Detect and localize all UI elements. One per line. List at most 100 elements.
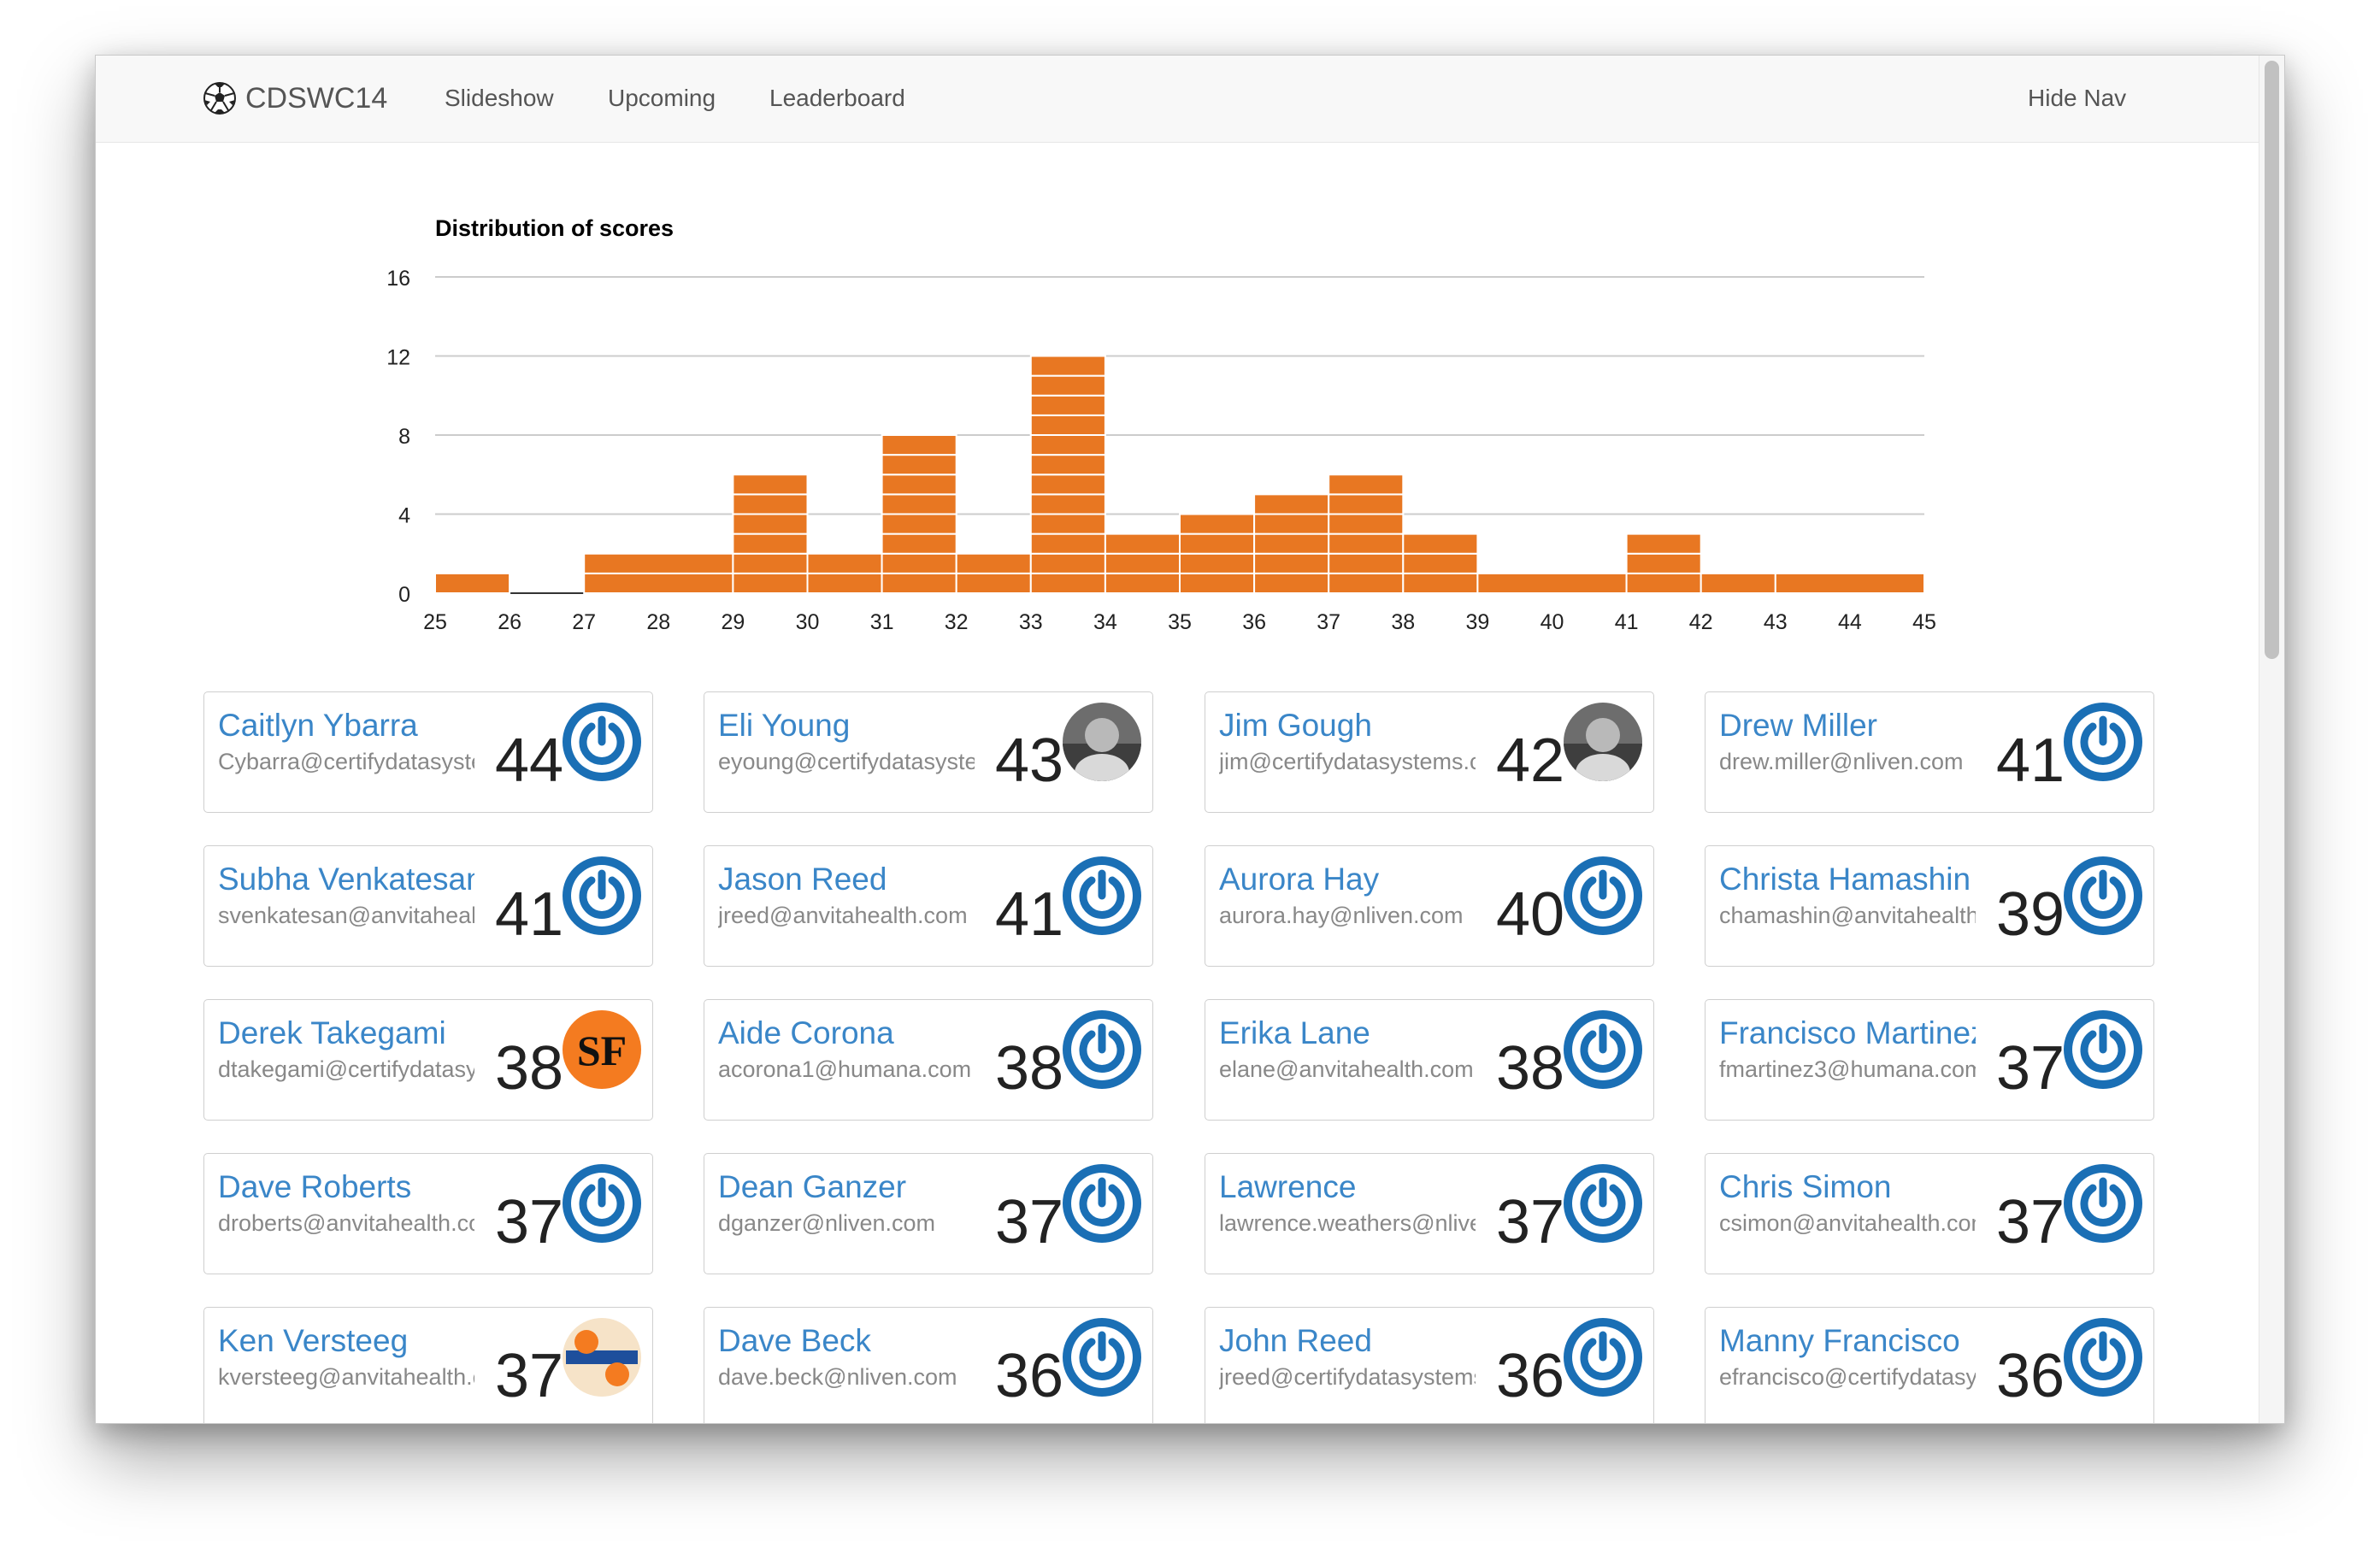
power-icon	[561, 701, 643, 783]
player-card[interactable]: Derek Takegami dtakegami@certifydatasyste…	[203, 999, 653, 1121]
power-icon	[1562, 1162, 1644, 1244]
player-score: 39	[1996, 880, 2065, 949]
player-card[interactable]: Caitlyn Ybarra Cybarra@certifydatasystems…	[203, 691, 653, 813]
player-email: fmartinez3@humana.com	[1719, 1056, 1976, 1082]
player-card[interactable]: Lawrence lawrence.weathers@nliven.com 37	[1205, 1153, 1654, 1274]
player-score: 37	[1496, 1188, 1565, 1256]
player-name[interactable]: Derek Takegami	[218, 1015, 474, 1051]
player-score: 40	[1496, 880, 1565, 949]
power-icon	[1562, 1316, 1644, 1398]
player-email: aurora.hay@nliven.com	[1219, 903, 1464, 928]
power-icon	[2062, 1316, 2144, 1398]
player-name[interactable]: Francisco Martinez	[1719, 1015, 1976, 1051]
player-name[interactable]: Manny Francisco	[1719, 1323, 1976, 1359]
power-icon	[1562, 1009, 1644, 1091]
player-name[interactable]: Caitlyn Ybarra	[218, 708, 474, 744]
player-card[interactable]: Chris Simon csimon@anvitahealth.com 37	[1705, 1153, 2154, 1274]
scrollbar-thumb[interactable]	[2265, 61, 2279, 659]
svg-text:SF: SF	[577, 1027, 627, 1074]
player-card[interactable]: Erika Lane elane@anvitahealth.com 38	[1205, 999, 1654, 1121]
vertical-scrollbar[interactable]	[2259, 56, 2284, 1423]
player-card[interactable]: Jim Gough jim@certifydatasystems.com 42	[1205, 691, 1654, 813]
power-icon	[1061, 1162, 1143, 1244]
player-name[interactable]: Drew Miller	[1719, 708, 1976, 744]
player-email: eyoung@certifydatasystems.com	[718, 749, 975, 774]
player-email: efrancisco@certifydatasystems.com	[1719, 1364, 1976, 1390]
power-icon	[2062, 701, 2144, 783]
player-name[interactable]: Jim Gough	[1219, 708, 1476, 744]
power-icon	[1562, 855, 1644, 937]
player-score: 38	[1496, 1034, 1565, 1103]
player-card[interactable]: Eli Young eyoung@certifydatasystems.com 43	[704, 691, 1153, 813]
player-email: Cybarra@certifydatasystems.com	[218, 749, 474, 774]
avatar	[1061, 701, 1143, 783]
power-icon	[561, 855, 643, 937]
player-card[interactable]: Francisco Martinez fmartinez3@humana.com 3…	[1705, 999, 2154, 1121]
power-icon	[1061, 1316, 1143, 1398]
player-name[interactable]: Erika Lane	[1219, 1015, 1476, 1051]
player-score: 37	[995, 1188, 1064, 1256]
player-score: 38	[995, 1034, 1064, 1103]
player-name[interactable]: Dean Ganzer	[718, 1169, 975, 1205]
player-name[interactable]: Jason Reed	[718, 862, 975, 897]
avatar: SF	[561, 1009, 643, 1091]
player-email: acorona1@humana.com	[718, 1056, 972, 1082]
player-name[interactable]: Aurora Hay	[1219, 862, 1476, 897]
player-email: droberts@anvitahealth.com	[218, 1210, 474, 1236]
player-score: 36	[1496, 1342, 1565, 1410]
player-score: 37	[495, 1188, 564, 1256]
player-name[interactable]: Dave Beck	[718, 1323, 975, 1359]
player-email: svenkatesan@anvitahealth.com	[218, 903, 474, 928]
player-name[interactable]: Lawrence	[1219, 1169, 1476, 1205]
player-score: 37	[1996, 1188, 2065, 1256]
player-score: 36	[995, 1342, 1064, 1410]
player-email: elane@anvitahealth.com	[1219, 1056, 1474, 1082]
power-icon	[2062, 1162, 2144, 1244]
player-card[interactable]: Drew Miller drew.miller@nliven.com 41	[1705, 691, 2154, 813]
player-card[interactable]: John Reed jreed@certifydatasystems.com 36	[1205, 1307, 1654, 1423]
player-email: jreed@anvitahealth.com	[718, 903, 968, 928]
player-card[interactable]: Ken Versteeg kversteeg@anvitahealth.com 37	[203, 1307, 653, 1423]
player-card[interactable]: Aurora Hay aurora.hay@nliven.com 40	[1205, 845, 1654, 967]
player-card[interactable]: Aide Corona acorona1@humana.com 38	[704, 999, 1153, 1121]
player-name[interactable]: Ken Versteeg	[218, 1323, 474, 1359]
player-card[interactable]: Dave Roberts droberts@anvitahealth.com 37	[203, 1153, 653, 1274]
browser-window: CDSWC14 Slideshow Upcoming Leaderboard H…	[95, 55, 2285, 1424]
player-name[interactable]: Aide Corona	[718, 1015, 975, 1051]
player-email: jreed@certifydatasystems.com	[1219, 1364, 1476, 1390]
player-score: 44	[495, 727, 564, 795]
player-email: kversteeg@anvitahealth.com	[218, 1364, 474, 1390]
player-score: 41	[495, 880, 564, 949]
player-score: 43	[995, 727, 1064, 795]
player-name[interactable]: Subha Venkatesan	[218, 862, 474, 897]
player-email: dave.beck@nliven.com	[718, 1364, 957, 1390]
player-name[interactable]: Christa Hamashin	[1719, 862, 1976, 897]
player-score: 36	[1996, 1342, 2065, 1410]
player-email: chamashin@anvitahealth.com	[1719, 903, 1976, 928]
player-score: 38	[495, 1034, 564, 1103]
player-card[interactable]: Dave Beck dave.beck@nliven.com 36	[704, 1307, 1153, 1423]
player-card[interactable]: Subha Venkatesan svenkatesan@anvitahealth…	[203, 845, 653, 967]
player-score: 37	[1996, 1034, 2065, 1103]
player-card[interactable]: Jason Reed jreed@anvitahealth.com 41	[704, 845, 1153, 967]
player-card[interactable]: Dean Ganzer dganzer@nliven.com 37	[704, 1153, 1153, 1274]
player-name[interactable]: Eli Young	[718, 708, 975, 744]
avatar	[1562, 701, 1644, 783]
player-name[interactable]: Chris Simon	[1719, 1169, 1976, 1205]
player-name[interactable]: Dave Roberts	[218, 1169, 474, 1205]
player-email: jim@certifydatasystems.com	[1219, 749, 1476, 774]
power-icon	[2062, 1009, 2144, 1091]
player-email: lawrence.weathers@nliven.com	[1219, 1210, 1476, 1236]
avatar	[561, 1316, 643, 1398]
player-score: 41	[995, 880, 1064, 949]
player-score: 42	[1496, 727, 1565, 795]
power-icon	[561, 1162, 643, 1244]
player-card[interactable]: Manny Francisco efrancisco@certifydatasys…	[1705, 1307, 2154, 1423]
power-icon	[2062, 855, 2144, 937]
leaderboard-grid: Caitlyn Ybarra Cybarra@certifydatasystems…	[96, 56, 2284, 1423]
player-name[interactable]: John Reed	[1219, 1323, 1476, 1359]
player-email: csimon@anvitahealth.com	[1719, 1210, 1976, 1236]
power-icon	[1061, 855, 1143, 937]
player-card[interactable]: Christa Hamashin chamashin@anvitahealth.c…	[1705, 845, 2154, 967]
player-score: 41	[1996, 727, 2065, 795]
